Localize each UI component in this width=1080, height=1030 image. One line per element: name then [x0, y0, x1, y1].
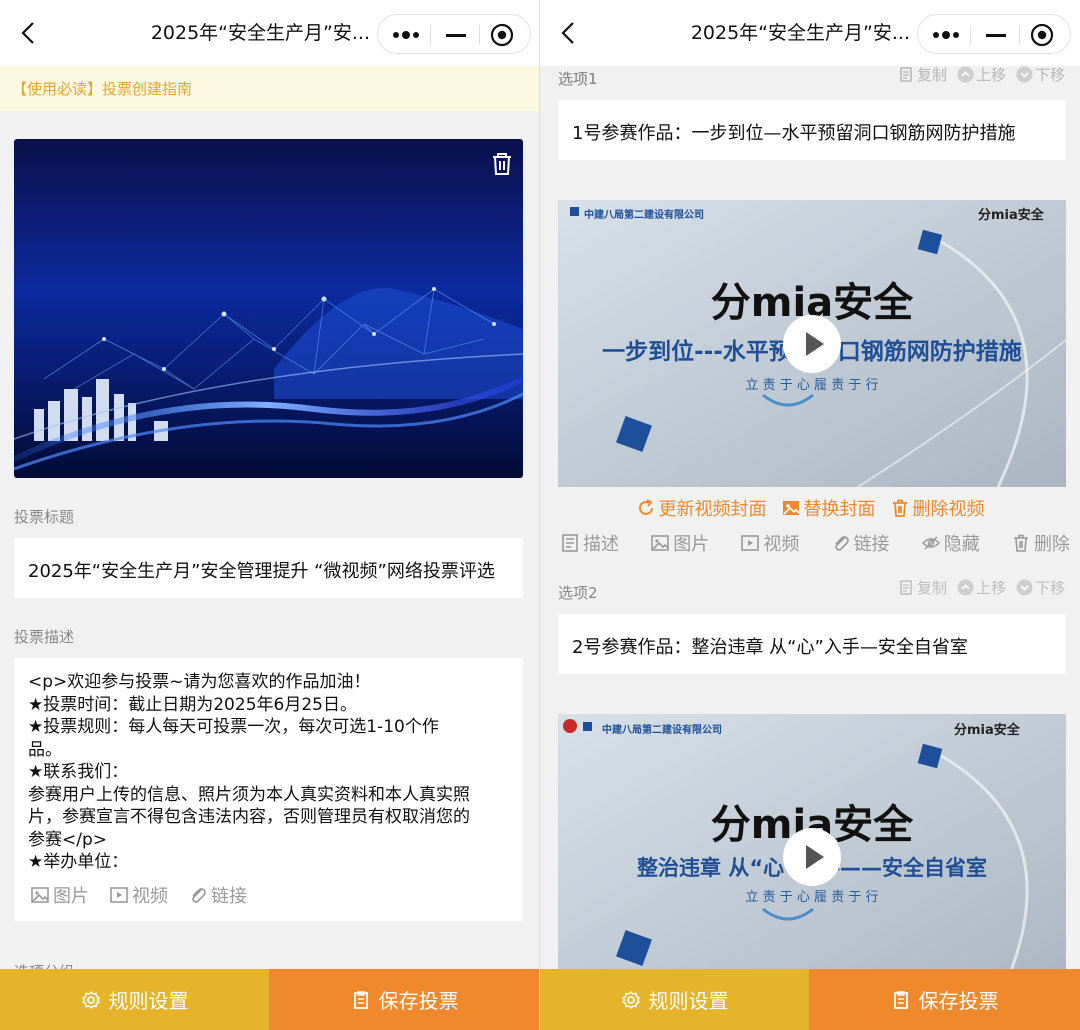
clipboard-icon [893, 990, 908, 1009]
image-icon [651, 535, 669, 551]
option-1-copy-button[interactable]: 复制 [898, 64, 947, 85]
minimize-icon[interactable] [444, 24, 468, 46]
desc-field[interactable]: <p>欢迎参与投票~请为您喜欢的作品加油！ ★投票时间：截止日期为2025年6月… [14, 658, 523, 921]
video-2-company: 中建八局第二建设有限公司 [602, 725, 722, 736]
more-icon[interactable] [390, 24, 422, 46]
more-icon[interactable] [930, 24, 962, 46]
save-vote-button[interactable]: 保存投票 [269, 969, 540, 1030]
page-title: 2025年“安全生产月”安... [690, 22, 910, 44]
option-hide-button[interactable]: 隐藏 [921, 530, 980, 556]
option-2-label: 选项2 [558, 584, 598, 602]
play-icon[interactable] [782, 827, 842, 887]
gear-icon [81, 990, 100, 1009]
rule-settings-button[interactable]: 规则设置 [0, 969, 269, 1030]
nav-bar: 2025年“安全生产月”安... [540, 0, 1080, 66]
option-1-up-button[interactable]: 上移 [957, 64, 1006, 85]
desc-label: 投票描述 [14, 628, 75, 646]
video-icon [110, 887, 128, 903]
desc-icon [562, 534, 578, 552]
option-1-name-field[interactable]: 1号参赛作品：一步到位—水平预留洞口钢筋网防护措施 [558, 100, 1066, 160]
option-2-name[interactable]: 2号参赛作品：整治违章 从“心”入手—安全自省室 [572, 633, 968, 659]
image-icon [31, 887, 49, 903]
up-icon [957, 579, 974, 596]
cover-banner-image[interactable] [14, 139, 523, 478]
option-2-name-field[interactable]: 2号参赛作品：整治违章 从“心”入手—安全自省室 [558, 614, 1066, 674]
option-1-down-button[interactable]: 下移 [1016, 64, 1065, 85]
guide-notice-text[interactable]: 【使用必读】投票创建指南 [12, 78, 192, 99]
down-icon [1016, 66, 1033, 83]
trash-icon [892, 499, 907, 517]
video-2-slogan: 立 责 于 心 履 责 于 行 [745, 890, 879, 905]
option-2-copy-button[interactable]: 复制 [898, 577, 947, 598]
play-icon[interactable] [782, 314, 842, 374]
option-desc-button[interactable]: 描述 [560, 530, 619, 556]
close-icon[interactable] [1030, 23, 1054, 47]
rule-settings-button[interactable]: 规则设置 [540, 969, 809, 1030]
option-1-label-visible: 选项1 [558, 70, 598, 88]
option-delete-button[interactable]: 删除 [1011, 530, 1070, 556]
hide-icon [921, 536, 940, 550]
clipboard-icon [353, 990, 368, 1009]
option-1-video-actions: 更新视频封面 替换封面 删除视频 [540, 495, 1080, 521]
title-field[interactable]: 2025年“安全生产月”安全管理提升 “微视频”网络投票评选 [14, 538, 523, 598]
option-2-up-button[interactable]: 上移 [957, 577, 1006, 598]
option-1-name[interactable]: 1号参赛作品：一步到位—水平预留洞口钢筋网防护措施 [572, 119, 1015, 145]
bottom-bar: 规则设置 保存投票 [0, 969, 540, 1030]
nav-bar: 2025年“安全生产月”安... [0, 0, 540, 66]
option-1-actions-visible: 复制 上移 下移 [890, 64, 1065, 85]
gear-icon [621, 990, 640, 1009]
page-title: 2025年“安全生产月”安... [150, 22, 370, 44]
option-1-toolbar: 描述 图片 视频 链接 隐藏 删除 [560, 530, 1070, 556]
video-1-slogan: 立 责 于 心 履 责 于 行 [745, 378, 879, 393]
mini-program-capsule [377, 14, 531, 54]
option-2-video[interactable]: 中建八局第二建设有限公司 分mia安全 分mia安全 整治违章 从“心”入手——… [558, 714, 1066, 969]
minimize-icon[interactable] [984, 24, 1008, 46]
link-icon [192, 888, 206, 903]
replace-cover-button[interactable]: 替换封面 [781, 495, 876, 521]
save-vote-button[interactable]: 保存投票 [809, 969, 1080, 1030]
trash-icon [1013, 534, 1028, 552]
back-icon[interactable] [556, 20, 582, 46]
insert-video-button[interactable]: 视频 [109, 882, 168, 908]
update-video-cover-button[interactable]: 更新视频封面 [636, 495, 767, 521]
copy-icon [900, 67, 912, 82]
picture-icon [782, 501, 800, 515]
option-image-button[interactable]: 图片 [650, 530, 709, 556]
mini-program-capsule [917, 14, 1071, 54]
refresh-icon [638, 499, 653, 515]
desc-input-value[interactable]: <p>欢迎参与投票~请为您喜欢的作品加油！ ★投票时间：截止日期为2025年6月… [28, 671, 514, 874]
desc-toolbar: 图片 视频 链接 [30, 882, 247, 908]
option-2-down-button[interactable]: 下移 [1016, 577, 1065, 598]
title-input-value[interactable]: 2025年“安全生产月”安全管理提升 “微视频”网络投票评选 [28, 557, 495, 583]
video-icon [741, 535, 760, 551]
option-2-actions: 复制 上移 下移 [890, 577, 1065, 598]
delete-cover-icon[interactable] [488, 150, 516, 178]
option-video-button[interactable]: 视频 [740, 530, 799, 556]
back-icon[interactable] [16, 20, 42, 46]
down-icon [1016, 579, 1033, 596]
option-1-video[interactable]: 中建八局第二建设有限公司 分mia安全 分mia安全 一步到位---水平预留洞口… [558, 200, 1066, 487]
insert-link-button[interactable]: 链接 [188, 882, 247, 908]
close-icon[interactable] [490, 23, 514, 47]
link-icon [834, 536, 849, 551]
up-icon [957, 66, 974, 83]
delete-video-button[interactable]: 删除视频 [890, 495, 985, 521]
left-screen: 2025年“安全生产月”安... 【使用必读】投票创建指南 投票标题 2025年… [0, 0, 540, 1030]
title-label: 投票标题 [14, 508, 75, 526]
copy-icon [900, 580, 912, 595]
right-screen: 选项1 复制 上移 下移 2025年“安全生产月”安... 选项1 复制 上移 … [540, 0, 1080, 1030]
video-2-logo-small: 分mia安全 [954, 723, 1020, 738]
option-link-button[interactable]: 链接 [831, 530, 890, 556]
bottom-bar: 规则设置 保存投票 [540, 969, 1080, 1030]
guide-notice[interactable]: 【使用必读】投票创建指南 [0, 66, 540, 111]
video-1-logo-small: 分mia安全 [978, 208, 1044, 223]
insert-image-button[interactable]: 图片 [30, 882, 89, 908]
video-1-company: 中建八局第二建设有限公司 [584, 210, 704, 221]
